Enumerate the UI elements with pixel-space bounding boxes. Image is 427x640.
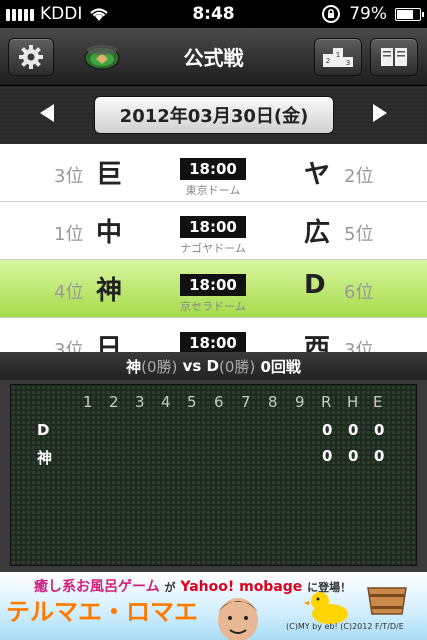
inning-header: 4 <box>161 393 171 411</box>
navbar: 公式戦 1 2 3 <box>0 28 427 86</box>
hits-value: 0 <box>348 447 359 465</box>
errors-header: E <box>373 393 383 411</box>
date-label: 2012年03月30日(金) <box>119 106 309 127</box>
svg-text:2: 2 <box>326 57 330 65</box>
away-team: ヤ <box>304 160 331 190</box>
away-rank: 3位 <box>344 340 374 352</box>
away-team: D <box>304 270 326 300</box>
home-rank: 1位 <box>54 224 84 245</box>
away-rank: 6位 <box>344 282 374 303</box>
page-title: 公式戦 <box>183 46 244 70</box>
venue: 京セラドーム <box>180 300 246 313</box>
inning-header: 7 <box>241 393 251 411</box>
character-face-icon <box>218 598 258 640</box>
status-right: 79% <box>321 4 424 24</box>
matchup-team2: D <box>206 357 219 375</box>
inning-header: 1 <box>83 393 93 411</box>
date-bar: 2012年03月30日(金) <box>0 86 427 144</box>
home-team: 巨 <box>96 160 123 190</box>
errors-value: 0 <box>374 421 385 439</box>
book-icon <box>381 48 407 66</box>
home-team: 神 <box>96 276 123 306</box>
start-time: 18:00 <box>180 332 246 352</box>
prev-date-arrow-icon[interactable] <box>40 104 54 122</box>
matchup-team2-wins: (0勝) <box>218 357 256 376</box>
scoreboard-team: 神 <box>37 449 53 467</box>
game-row[interactable]: 1位 中 18:00 ナゴヤドーム 広 5位 <box>0 202 427 260</box>
matchup-team1: 神 <box>126 357 142 376</box>
status-bar: KDDI 8:48 79% <box>0 0 427 28</box>
start-time: 18:00 <box>180 216 246 238</box>
runs-value: 0 <box>322 421 333 439</box>
rotation-lock-icon <box>322 5 341 23</box>
runs-value: 0 <box>322 447 333 465</box>
scoreboard-team: D <box>37 421 50 439</box>
standings-button[interactable]: 1 2 3 <box>314 38 362 76</box>
standings-podium-icon: 1 2 3 <box>323 48 353 67</box>
away-rank: 2位 <box>344 166 374 187</box>
inning-header: 3 <box>135 393 145 411</box>
home-team: 中 <box>96 218 123 248</box>
matchup-vs: vs <box>182 357 202 375</box>
scoreboard: 1 2 3 4 5 6 7 8 9 R H E D 0 0 0 神 0 0 0 <box>10 384 417 566</box>
battery-percent: 79% <box>349 4 387 24</box>
game-row-selected[interactable]: 4位 神 18:00 京セラドーム D 6位 <box>0 260 427 318</box>
inning-header: 8 <box>268 393 278 411</box>
inning-header: 2 <box>109 393 119 411</box>
ad-credit: (C)MY by eb! (C)2012 F/T/D/E <box>286 622 404 631</box>
home-team: 日 <box>96 334 123 352</box>
home-rank: 3位 <box>54 340 84 352</box>
battery-icon <box>395 7 424 21</box>
runs-header: R <box>321 393 332 411</box>
battery-fill <box>397 9 413 19</box>
start-time: 18:00 <box>180 158 246 180</box>
ad-logo: テルマエ・ロマエ <box>6 597 198 626</box>
matchup-game-number: 0回戦 <box>260 357 301 376</box>
start-time: 18:00 <box>180 274 246 296</box>
away-rank: 5位 <box>344 224 374 245</box>
guide-book-button[interactable] <box>370 38 418 76</box>
rubber-duck-icon <box>304 592 348 624</box>
next-date-arrow-icon[interactable] <box>373 104 387 122</box>
wooden-bucket-icon <box>367 587 407 615</box>
home-rank: 4位 <box>54 282 84 303</box>
away-team: 広 <box>304 218 331 248</box>
game-row[interactable]: 3位 巨 18:00 東京ドーム ヤ 2位 <box>0 144 427 202</box>
hits-header: H <box>347 393 359 411</box>
matchup-team1-wins: (0勝) <box>141 357 178 376</box>
away-team: 西 <box>304 334 331 352</box>
svg-text:3: 3 <box>346 59 350 67</box>
date-selector[interactable]: 2012年03月30日(金) <box>94 96 334 134</box>
errors-value: 0 <box>374 447 385 465</box>
matchup-header: 神 (0勝) vs D (0勝) 0回戦 <box>0 352 427 380</box>
inning-header: 6 <box>214 393 224 411</box>
venue: 東京ドーム <box>185 184 241 197</box>
ad-banner[interactable]: 癒し系お風呂ゲーム が Yahoo! mobage に登場！ テルマエ・ロマエ … <box>0 572 427 640</box>
scoreboard-frame: 1 2 3 4 5 6 7 8 9 R H E D 0 0 0 神 0 0 0 <box>0 380 427 572</box>
game-list: 3位 巨 18:00 東京ドーム ヤ 2位 1位 中 18:00 ナゴヤドーム … <box>0 144 427 352</box>
home-rank: 3位 <box>54 166 84 187</box>
inning-header: 9 <box>295 393 305 411</box>
inning-header: 5 <box>187 393 197 411</box>
svg-text:1: 1 <box>336 51 340 59</box>
game-row[interactable]: 3位 日 18:00 西 3位 <box>0 318 427 352</box>
venue: ナゴヤドーム <box>180 242 246 255</box>
hits-value: 0 <box>348 421 359 439</box>
